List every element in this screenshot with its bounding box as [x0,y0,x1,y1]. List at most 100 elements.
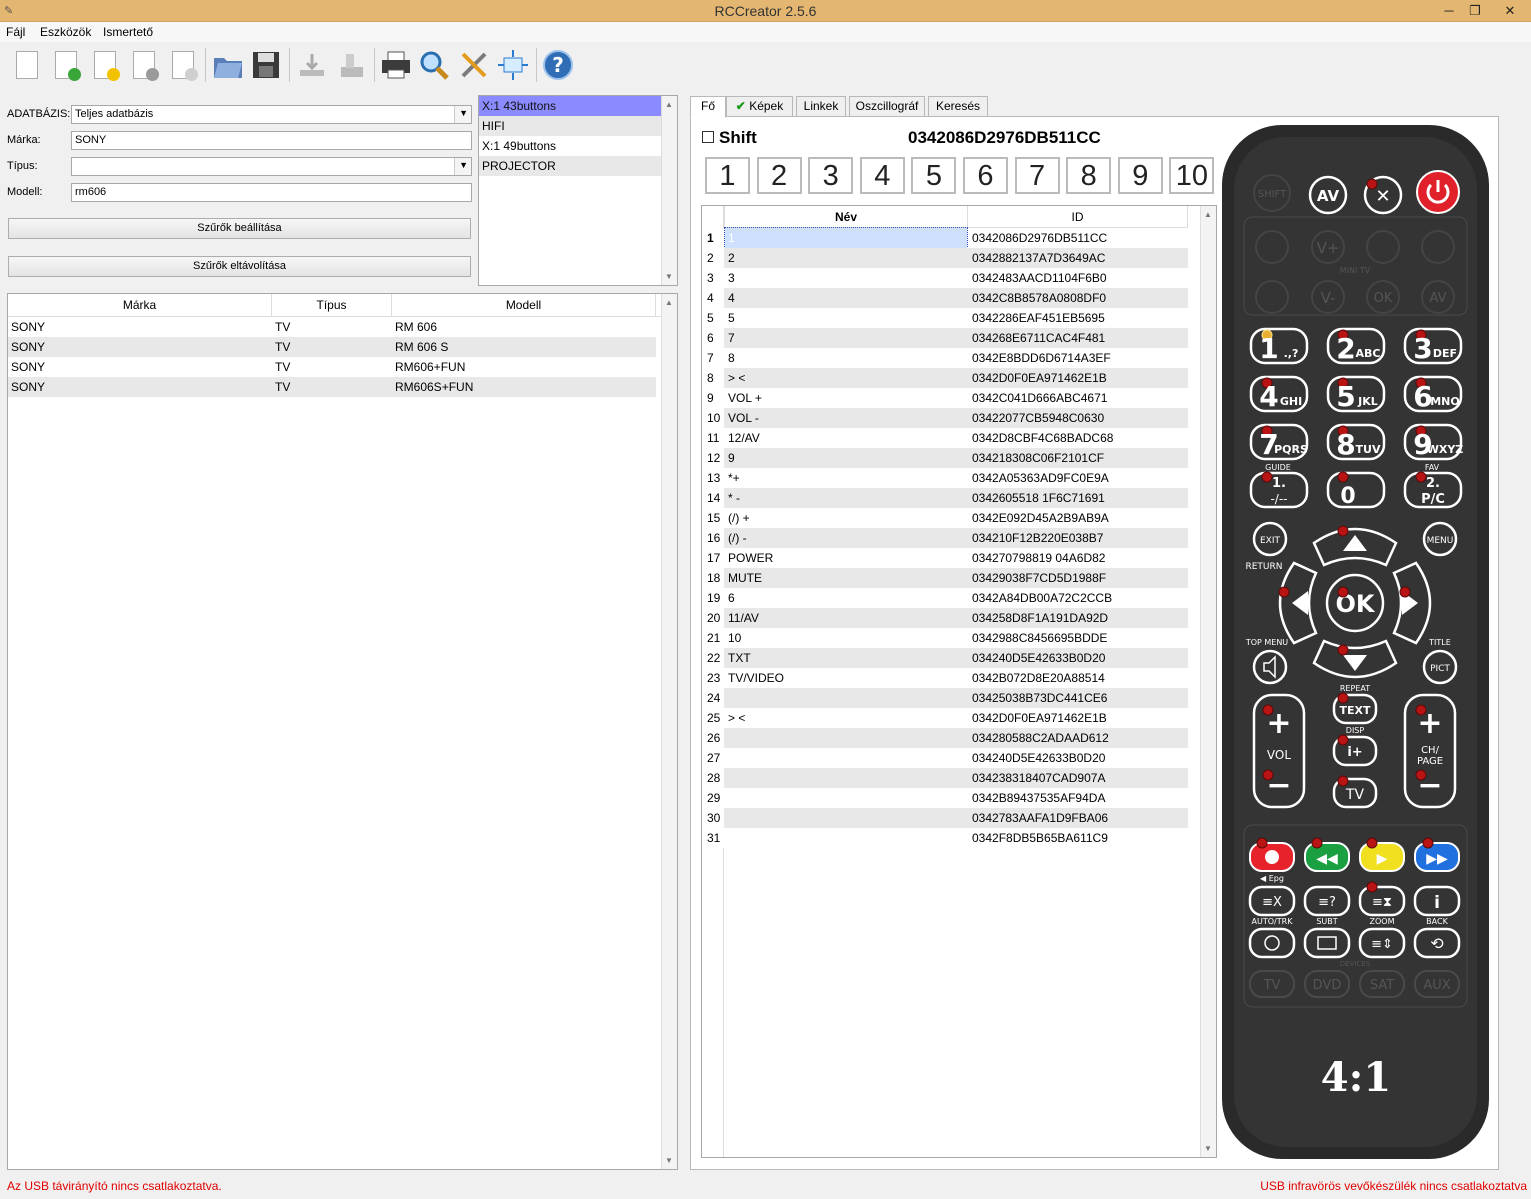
table-row[interactable]: 7 8 0342E8BDD6D6714A3EF [702,348,1188,368]
scrollbar[interactable]: ▲ ▼ [1200,206,1216,1157]
page-button-2[interactable]: 2 [756,157,802,194]
table-row[interactable]: 6 7 034268E6711CAC4F481 [702,328,1188,348]
table-row[interactable]: SONY TV RM 606 S [8,337,656,357]
help-button[interactable]: ? [540,47,576,83]
tab-main[interactable]: Fő [690,96,726,118]
doc-code-button[interactable] [165,47,201,83]
page-button-8[interactable]: 8 [1066,157,1112,194]
minimize-button[interactable]: ─ [1436,0,1462,22]
type-list[interactable]: X:1 43buttons HIFI X:1 49buttons PROJECT… [478,95,678,286]
tab-search[interactable]: Keresés [928,96,988,117]
tools-button[interactable] [456,47,492,83]
table-row[interactable]: 4 4 0342C8B8578A0808DF0 [702,288,1188,308]
column-header[interactable]: Márka [8,294,272,317]
table-row[interactable]: 9 VOL + 0342C041D666ABC4671 [702,388,1188,408]
table-row[interactable]: 11 12/AV 0342D8CBF4C68BADC68 [702,428,1188,448]
table-row[interactable]: 21 10 0342988C8456695BDDE [702,628,1188,648]
shift-checkbox[interactable] [702,131,714,143]
page-button-6[interactable]: 6 [963,157,1008,194]
doc-code-icon [172,51,198,81]
table-row[interactable]: SONY TV RM606S+FUN [8,377,656,397]
clear-filters-button[interactable]: Szűrők eltávolítása [8,256,471,277]
model-input[interactable]: rm606 [71,183,472,202]
list-item[interactable]: X:1 43buttons [479,96,661,116]
type-select[interactable]: ▼ [71,157,472,176]
table-row[interactable]: 30 0342783AAFA1D9FBA06 [702,808,1188,828]
page-button-3[interactable]: 3 [808,157,854,194]
table-row[interactable]: 25 > < 0342D0F0EA971462E1B [702,708,1188,728]
button-name-cell: * - [728,491,740,505]
db-select[interactable]: Teljes adatbázis ▼ [71,105,472,124]
table-row[interactable]: 24 03425038B73DC441CE6 [702,688,1188,708]
tab-images[interactable]: ✔ Képek [726,96,793,117]
page-button-4[interactable]: 4 [859,157,905,194]
tab-links[interactable]: Linkek [796,96,846,117]
device-button[interactable] [333,47,369,83]
table-row[interactable]: 12 9 034218308C06F2101CF [702,448,1188,468]
button-name-cell: 1 [724,227,968,249]
table-row[interactable]: 19 6 0342A84DB00A72C2CCB [702,588,1188,608]
table-row[interactable]: 23 TV/VIDEO 0342B072D8E20A88514 [702,668,1188,688]
list-item[interactable]: PROJECTOR [479,156,661,176]
page-button-9[interactable]: 9 [1117,157,1163,194]
apply-filters-button[interactable]: Szűrők beállítása [8,218,471,239]
table-row[interactable]: 22 TXT 034240D5E42633B0D20 [702,648,1188,668]
column-header[interactable]: Típus [272,294,392,317]
close-button[interactable]: ✕ [1492,0,1528,22]
print-button[interactable] [378,47,414,83]
table-row[interactable]: 3 3 0342483AACD1104F6B0 [702,268,1188,288]
button-id-cell: 0342E092D45A2B9AB9A [972,511,1109,525]
table-row[interactable]: 27 034240D5E42633B0D20 [702,748,1188,768]
table-row[interactable]: 31 0342F8DB5B65BA611C9 [702,828,1188,848]
table-row[interactable]: 17 POWER 034270798819 04A6D82 [702,548,1188,568]
page-button-1[interactable]: 1 [705,157,750,194]
new-button[interactable] [9,47,45,83]
page-button-10[interactable]: 10 [1169,157,1215,194]
scrollbar[interactable]: ▲ ▼ [661,294,677,1169]
column-header[interactable]: Név [724,206,968,228]
table-row[interactable]: 29 0342B89437535AF94DA [702,788,1188,808]
row-number: 29 [702,788,724,808]
page-button-7[interactable]: 7 [1014,157,1060,194]
remove-doc-button[interactable] [126,47,162,83]
tab-oscillograph[interactable]: Oszcillográf [849,96,925,117]
brand-input[interactable]: SONY [71,131,472,150]
menu-help[interactable]: Ismertető [103,25,153,39]
table-row[interactable]: 15 (/) + 0342E092D45A2B9AB9A [702,508,1188,528]
menu-tools[interactable]: Eszközök [40,25,91,39]
menu-file[interactable]: Fájl [6,25,25,39]
table-row[interactable]: 26 034280588C2ADAAD612 [702,728,1188,748]
svg-text:i: i [1434,893,1440,913]
upload-button[interactable] [294,47,330,83]
table-row[interactable]: 1 1 0342086D2976DB511CC [702,227,1188,249]
maximize-button[interactable]: ❐ [1462,0,1488,22]
page-button-5[interactable]: 5 [911,157,957,194]
list-item[interactable]: X:1 49buttons [479,136,661,156]
table-row[interactable]: 5 5 0342286EAF451EB5695 [702,308,1188,328]
table-row[interactable]: 13 *+ 0342A05363AD9FC0E9A [702,468,1188,488]
open-button[interactable] [210,47,246,83]
add-doc-button[interactable] [48,47,84,83]
fit-button[interactable] [495,47,531,83]
table-row[interactable]: 2 2 0342882137A7D3649AC [702,248,1188,268]
table-row[interactable]: SONY TV RM606+FUN [8,357,656,377]
button-marker [1262,704,1274,716]
button-marker [1366,178,1378,190]
table-row[interactable]: SONY TV RM 606 [8,317,656,337]
table-row[interactable]: 20 11/AV 034258D8F1A191DA92D [702,608,1188,628]
favorite-doc-button[interactable] [87,47,123,83]
table-row[interactable]: 8 > < 0342D0F0EA971462E1B [702,368,1188,388]
table-row[interactable]: 28 034238318407CAD907A [702,768,1188,788]
scrollbar[interactable]: ▲ ▼ [661,96,677,285]
column-header[interactable]: ID [968,206,1188,228]
title-bar: ✎ RCCreator 2.5.6 ─ ❐ ✕ [0,0,1531,22]
table-row[interactable]: 18 MUTE 03429038F7CD5D1988F [702,568,1188,588]
save-button[interactable] [248,47,284,83]
table-cell: SONY [11,340,46,354]
column-header[interactable]: Modell [392,294,656,317]
list-item[interactable]: HIFI [479,116,661,136]
table-row[interactable]: 10 VOL - 03422077CB5948C0630 [702,408,1188,428]
table-row[interactable]: 14 * - 0342605518 1F6C71691 [702,488,1188,508]
search-button[interactable] [416,47,452,83]
table-row[interactable]: 16 (/) - 034210F12B220E038B7 [702,528,1188,548]
